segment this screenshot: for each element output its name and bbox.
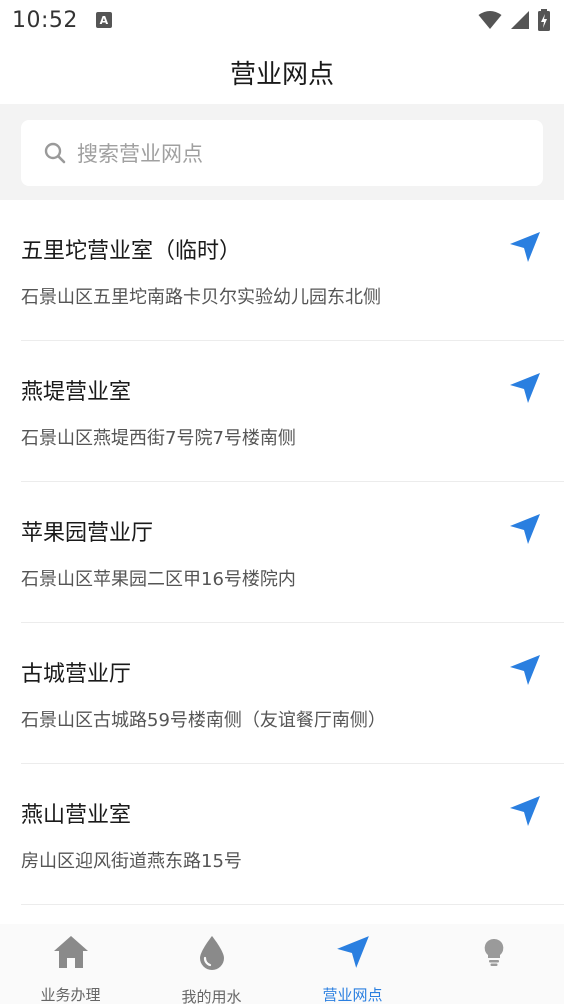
tab-business[interactable]: 业务办理 <box>0 924 141 1004</box>
tab-outlets[interactable]: 营业网点 <box>282 924 423 1004</box>
bottom-tab-bar: 业务办理 我的用水 营业网点 <box>0 924 564 1006</box>
signal-icon <box>511 11 529 29</box>
outlet-name: 古城营业厅 <box>21 662 132 687</box>
list-item[interactable]: 五里坨营业室（临时） 石景山区五里坨南路卡贝尔实验幼儿园东北侧 <box>21 200 564 341</box>
list-item[interactable]: 古城营业厅 石景山区古城路59号楼南侧（友谊餐厅南侧） <box>21 623 564 764</box>
tab-my-water[interactable]: 我的用水 <box>141 924 282 1006</box>
outlet-name: 苹果园营业厅 <box>21 521 154 546</box>
navigate-icon[interactable] <box>508 794 542 828</box>
page-title: 营业网点 <box>229 59 334 90</box>
notification-a-icon: A <box>95 12 112 28</box>
tab-tips[interactable] <box>423 924 564 1004</box>
home-icon <box>53 936 88 968</box>
search-icon <box>44 142 66 164</box>
navigate-icon[interactable] <box>508 230 542 264</box>
list-item[interactable]: 燕山营业室 房山区迎风街道燕东路15号 <box>21 764 564 905</box>
search-placeholder: 搜索营业网点 <box>77 142 203 166</box>
status-bar: 10:52 A <box>0 0 564 40</box>
lightbulb-icon <box>484 939 503 967</box>
search-section: 搜索营业网点 <box>0 104 564 200</box>
water-drop-icon <box>199 936 224 970</box>
tab-label: 我的用水 <box>181 988 242 1006</box>
wifi-icon <box>478 11 502 29</box>
outlet-address: 石景山区燕堤西街7号院7号楼南侧 <box>21 428 296 449</box>
navigate-icon[interactable] <box>508 653 542 687</box>
outlet-address: 石景山区古城路59号楼南侧（友谊餐厅南侧） <box>21 710 386 731</box>
navigation-arrow-icon <box>336 936 369 968</box>
outlet-address: 石景山区五里坨南路卡贝尔实验幼儿园东北侧 <box>21 287 381 308</box>
battery-charging-icon <box>538 9 550 31</box>
outlet-name: 燕堤营业室 <box>21 380 132 405</box>
header: 营业网点 <box>0 40 564 104</box>
outlet-address: 房山区迎风街道燕东路15号 <box>21 851 242 872</box>
list-item[interactable]: 苹果园营业厅 石景山区苹果园二区甲16号楼院内 <box>21 482 564 623</box>
list-item[interactable]: 燕堤营业室 石景山区燕堤西街7号院7号楼南侧 <box>21 341 564 482</box>
tab-label: 业务办理 <box>40 986 101 1004</box>
navigate-icon[interactable] <box>508 371 542 405</box>
search-input[interactable]: 搜索营业网点 <box>21 120 543 186</box>
status-time: 10:52 <box>12 7 78 33</box>
outlet-name: 燕山营业室 <box>21 803 132 828</box>
outlet-address: 石景山区苹果园二区甲16号楼院内 <box>21 569 296 590</box>
outlet-name: 五里坨营业室（临时） <box>21 239 242 264</box>
tab-label: 营业网点 <box>322 986 383 1004</box>
navigate-icon[interactable] <box>508 512 542 546</box>
outlet-list: 五里坨营业室（临时） 石景山区五里坨南路卡贝尔实验幼儿园东北侧 燕堤营业室 石景… <box>0 200 564 905</box>
